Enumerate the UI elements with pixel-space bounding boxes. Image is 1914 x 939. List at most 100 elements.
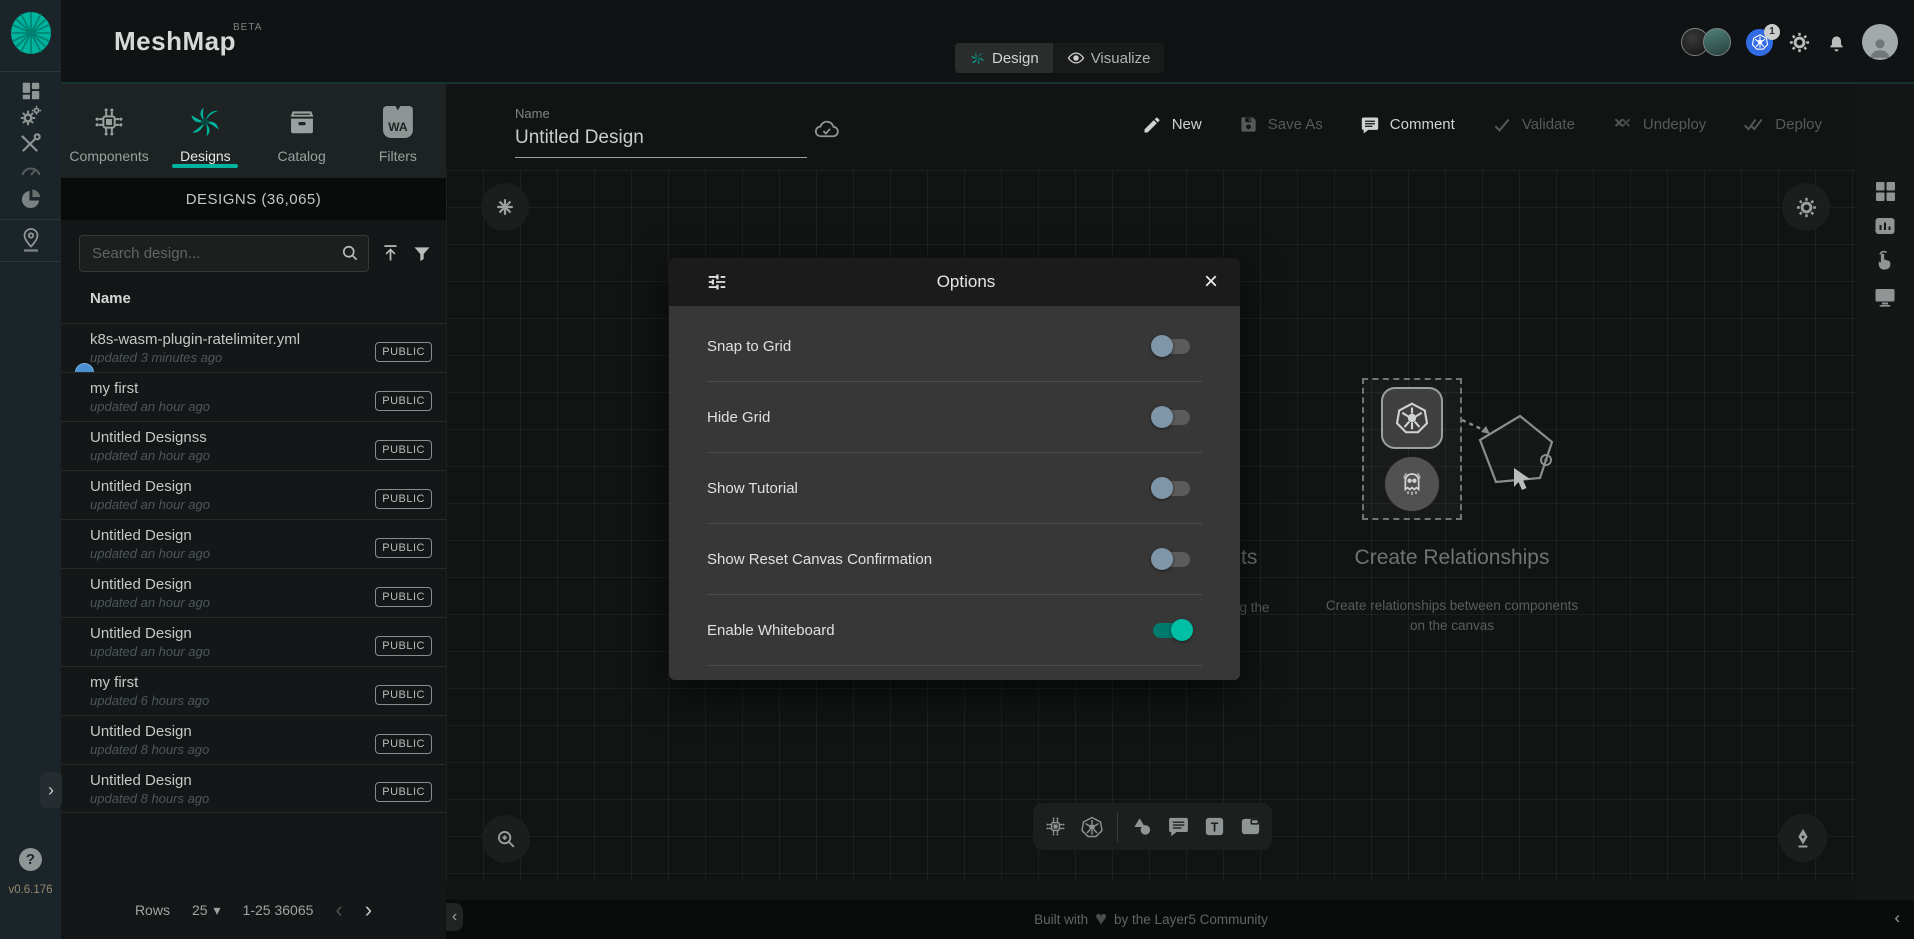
canvas-actions-button[interactable] [481, 183, 529, 231]
sidebar-item-mesh[interactable] [0, 186, 61, 212]
wasm-filters-icon: WA [383, 106, 413, 138]
design-row[interactable]: k8s-wasm-plugin-ratelimiter.ymlupdated 3… [61, 323, 446, 372]
app-footer: ‹ Built with ♥ by the Layer5 Community ‹ [446, 900, 1914, 939]
undeploy-button[interactable]: Undeploy [1612, 114, 1706, 135]
dock-media-button[interactable] [1239, 815, 1262, 838]
tab-components[interactable]: Components [61, 84, 157, 178]
tab-filters-label: Filters [379, 148, 417, 164]
hint-title: Create Relationships [1332, 546, 1572, 570]
sidebar-item-dashboard[interactable] [0, 78, 61, 104]
visibility-badge: PUBLIC [375, 489, 432, 509]
next-page-button[interactable]: › [365, 897, 372, 923]
design-row[interactable]: Untitled Designupdated an hour agoPUBLIC [61, 568, 446, 617]
analytics-drawer-button[interactable] [1856, 214, 1914, 238]
tab-catalog[interactable]: Catalog [254, 84, 350, 178]
footer-collapse-right[interactable]: ‹ [1894, 908, 1900, 928]
collaborator-avatar[interactable] [1703, 28, 1731, 56]
components-drawer-button[interactable] [1856, 179, 1914, 203]
option-row: Snap to Grid [707, 311, 1202, 382]
visibility-badge: PUBLIC [375, 636, 432, 656]
design-row-info: Untitled Designupdated an hour ago [90, 527, 210, 568]
design-row[interactable]: Untitled Designupdated an hour agoPUBLIC [61, 519, 446, 568]
zoom-button[interactable] [482, 815, 530, 863]
magnifier-plus-icon [495, 828, 517, 850]
comment-icon [1360, 115, 1380, 135]
design-row[interactable]: Untitled Designupdated an hour ago PUBLIC [61, 470, 446, 519]
sidebar-item-lifecycle[interactable] [0, 103, 61, 129]
dock-kubernetes-button[interactable] [1080, 815, 1104, 839]
design-row[interactable]: my firstupdated 6 hours agoPUBLIC [61, 666, 446, 715]
sidebar-item-performance[interactable] [0, 157, 61, 183]
rows-label: Rows [135, 902, 170, 918]
search-icon [340, 243, 360, 263]
toggle-switch[interactable] [1153, 410, 1190, 425]
design-row[interactable]: my firstupdated an hour agoPUBLIC [61, 372, 446, 421]
design-row[interactable]: Untitled Designssupdated an hour agoPUBL… [61, 421, 446, 470]
deploy-button[interactable]: Deploy [1743, 114, 1822, 135]
design-row[interactable]: Untitled Designupdated 8 hours agoPUBLIC [61, 715, 446, 764]
help-icon: ? [26, 851, 35, 868]
sidebar-item-meshmap[interactable] [0, 227, 61, 253]
toggle-switch[interactable] [1153, 481, 1190, 496]
panel-collapse-handle[interactable]: › [40, 772, 62, 808]
tab-design[interactable]: Design [955, 43, 1053, 73]
tab-design-label: Design [992, 50, 1039, 67]
sidebar-item-configuration[interactable] [0, 130, 61, 156]
pagination: Rows 25 ▾ 1-25 36065 ‹ › [61, 897, 446, 923]
help-button[interactable]: ? [19, 848, 42, 871]
design-row-info: Untitled Designupdated an hour ago [90, 478, 210, 519]
undeploy-icon [1612, 114, 1633, 135]
kubernetes-context-chip[interactable]: 1 [1746, 29, 1773, 56]
toggle-switch[interactable] [1153, 552, 1190, 567]
flower-menu-icon [494, 196, 516, 218]
toggle-switch[interactable] [1153, 339, 1190, 354]
k8s-context-count-badge: 1 [1764, 24, 1780, 40]
design-row[interactable]: Untitled Designupdated an hour agoPUBLIC [61, 617, 446, 666]
map-pin-icon [19, 227, 43, 253]
design-name-input[interactable] [515, 121, 807, 158]
tab-visualize-label: Visualize [1091, 50, 1151, 67]
toggle-switch[interactable] [1153, 623, 1190, 638]
toggle-knob [1151, 477, 1173, 499]
tab-filters[interactable]: WA Filters [350, 84, 446, 178]
search-input[interactable] [79, 235, 369, 272]
tab-visualize[interactable]: Visualize [1053, 43, 1165, 73]
design-row-info: Untitled Designupdated 8 hours ago [90, 723, 209, 764]
tab-designs[interactable]: Designs [157, 84, 253, 178]
components-icon [1044, 815, 1067, 838]
close-button[interactable]: × [1204, 270, 1218, 294]
design-row[interactable]: Untitled Designupdated 8 hours agoPUBLIC [61, 764, 446, 813]
monitor-icon [1873, 285, 1897, 309]
dock-shapes-button[interactable] [1131, 815, 1154, 838]
save-as-button[interactable]: Save As [1239, 114, 1323, 135]
option-row: Hide Grid [707, 382, 1202, 453]
rows-per-page-select[interactable]: 25 ▾ [192, 902, 221, 919]
interaction-drawer-button[interactable] [1856, 249, 1914, 272]
dock-components-button[interactable] [1044, 815, 1067, 838]
app-title: MeshMap [114, 26, 236, 57]
toggle-knob [1151, 406, 1173, 428]
profile-avatar[interactable] [1862, 24, 1898, 60]
funnel-icon [412, 244, 432, 264]
catalog-icon [286, 106, 318, 138]
comment-button[interactable]: Comment [1360, 114, 1455, 135]
new-button[interactable]: New [1142, 114, 1202, 135]
validate-button[interactable]: Validate [1492, 114, 1575, 135]
cloud-saved-icon [813, 116, 840, 143]
dock-comment-button[interactable] [1167, 815, 1190, 838]
whiteboard-pen-button[interactable] [1779, 814, 1827, 862]
canvas-settings-button[interactable] [1782, 183, 1830, 231]
previous-page-button[interactable]: ‹ [335, 897, 342, 923]
display-drawer-button[interactable] [1856, 285, 1914, 309]
design-name-label: Name [515, 106, 807, 121]
settings-button[interactable] [1788, 31, 1811, 54]
import-design-button[interactable] [380, 243, 401, 264]
mesh-pie-icon [19, 188, 42, 211]
collaborator-avatars [1681, 28, 1731, 56]
filter-button[interactable] [412, 244, 432, 264]
layer5-logo-icon[interactable] [10, 11, 52, 55]
notifications-button[interactable] [1826, 32, 1847, 53]
design-updated: updated an hour ago [90, 497, 210, 512]
dock-text-button[interactable]: T [1203, 815, 1226, 838]
designs-spiral-icon [187, 104, 223, 140]
